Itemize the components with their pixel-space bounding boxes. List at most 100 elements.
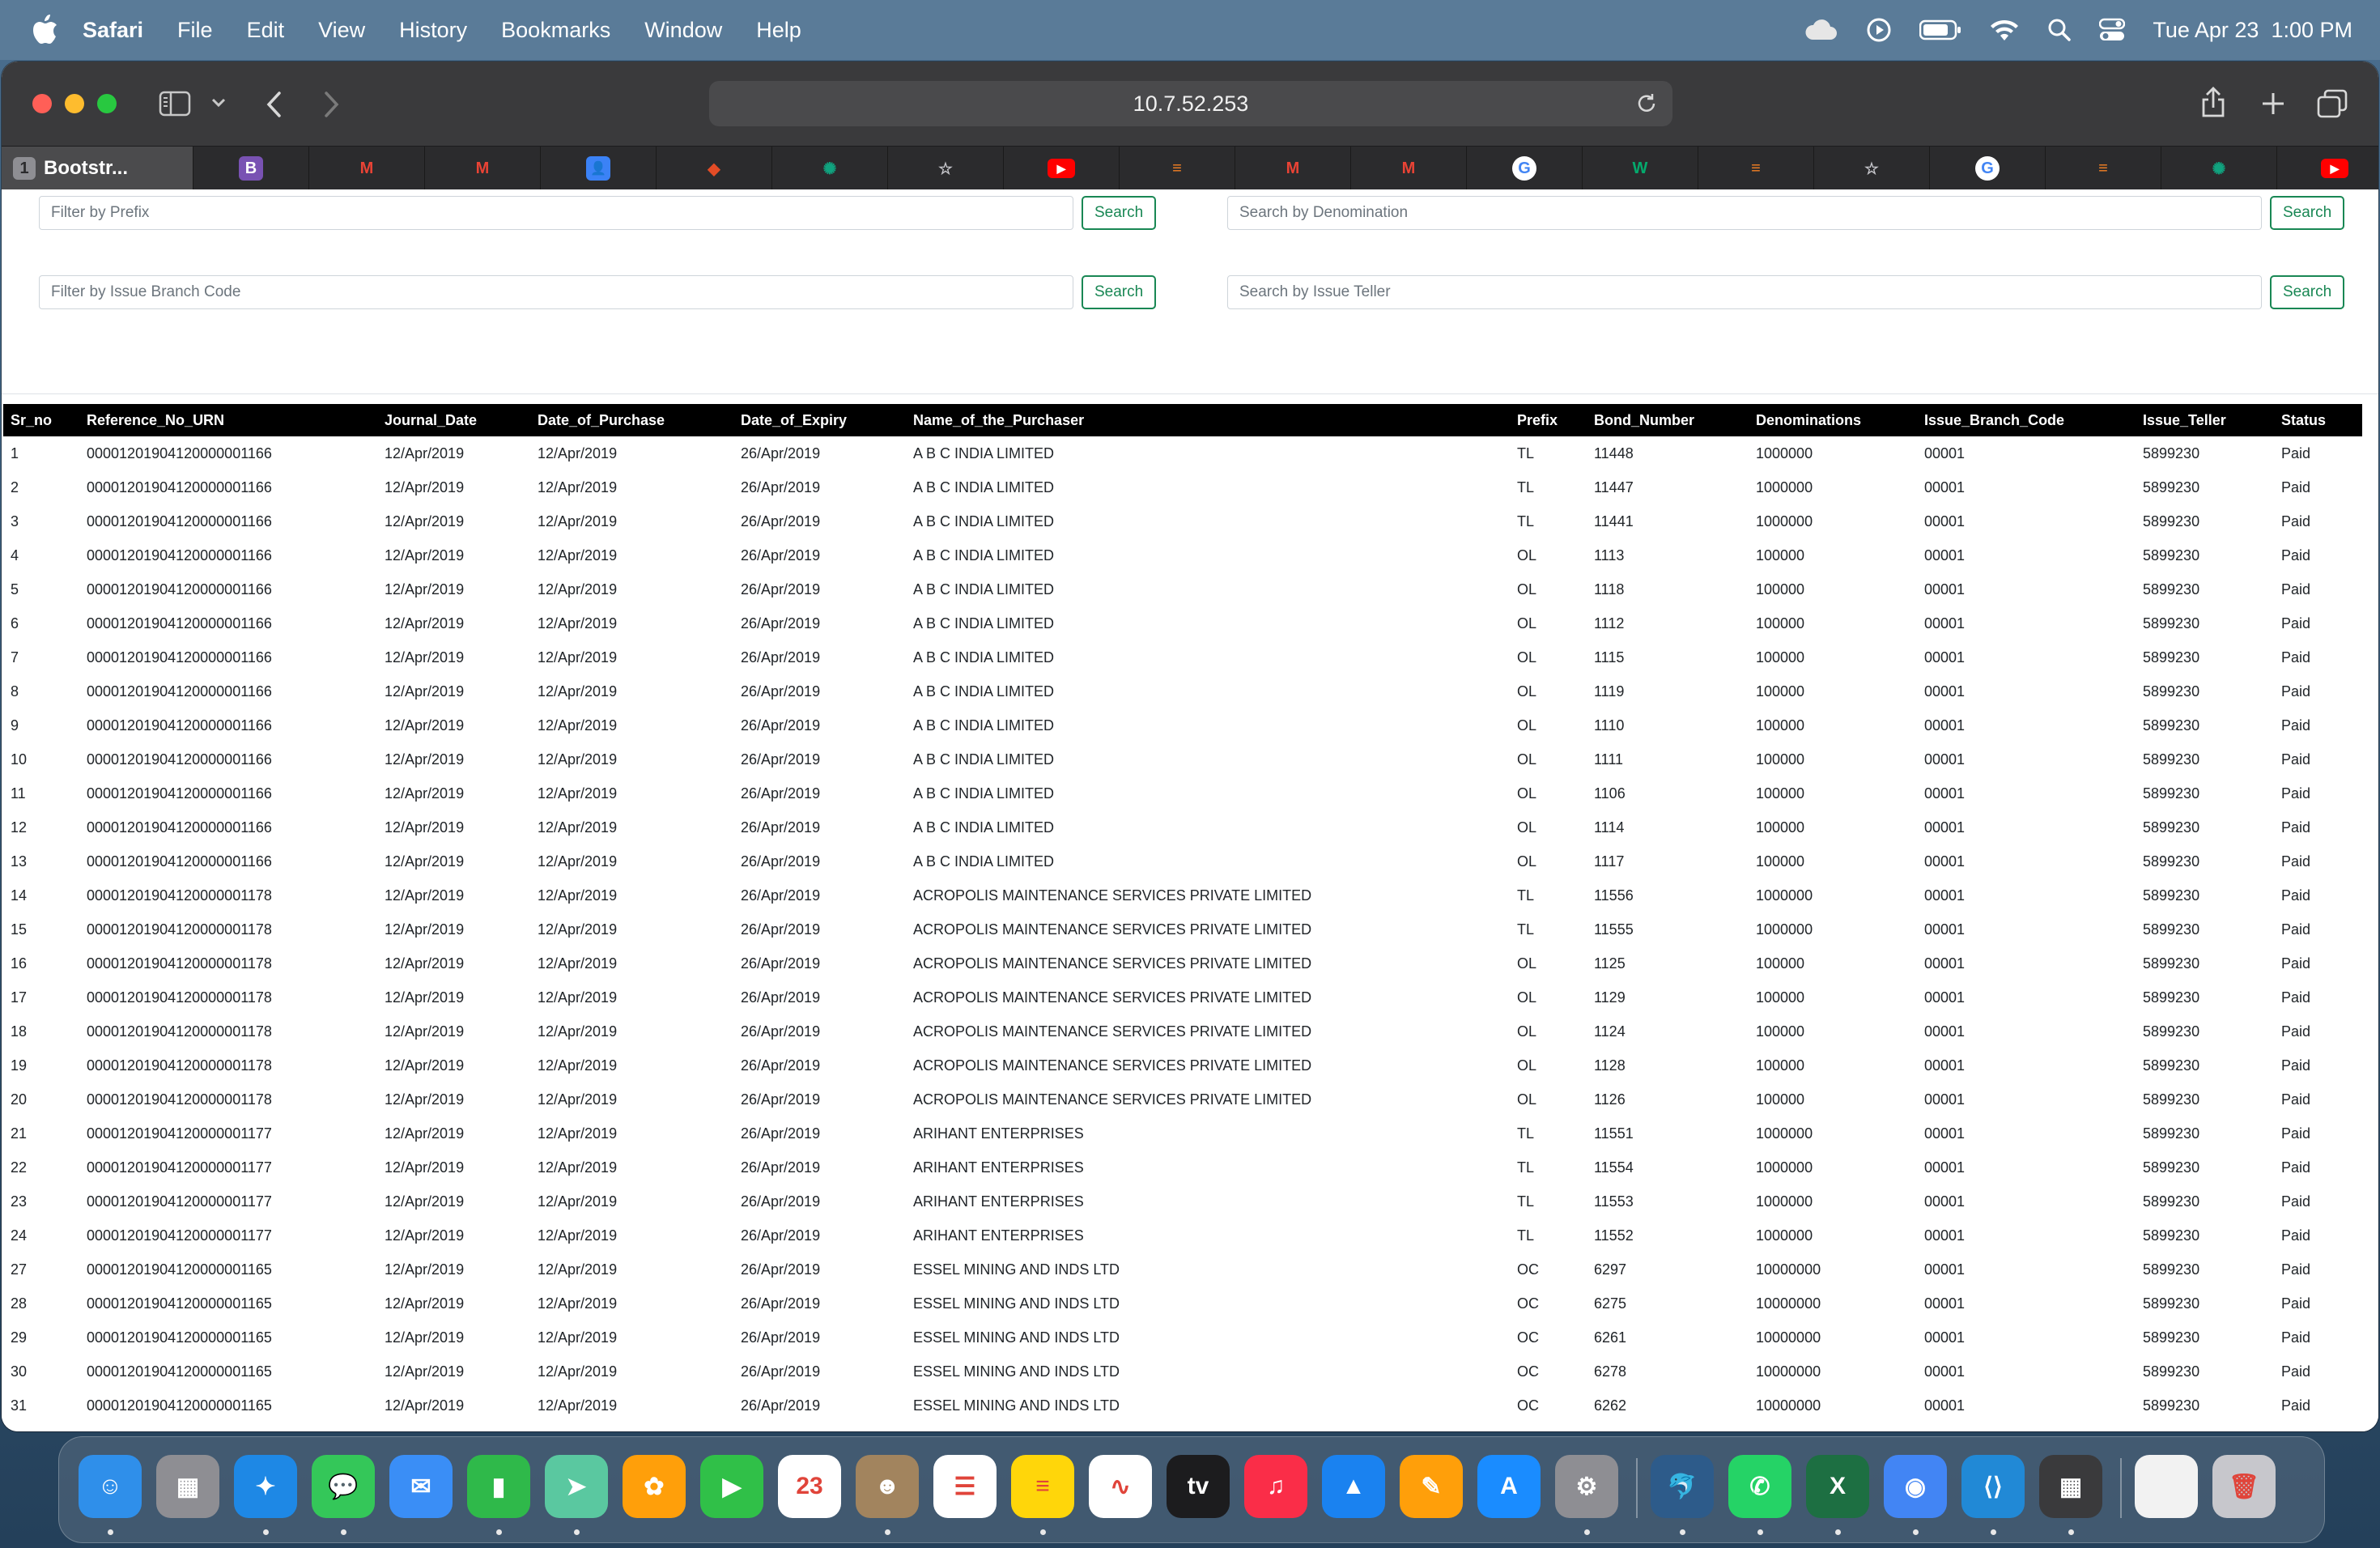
teller-search-input[interactable]: Search by Issue Teller	[1227, 275, 2262, 309]
control-center-icon[interactable]	[2099, 18, 2126, 42]
denomination-search-input[interactable]: Search by Denomination	[1227, 196, 2262, 230]
table-cell: 12/Apr/2019	[385, 921, 465, 938]
spotlight-search-icon[interactable]	[2047, 18, 2072, 42]
column-header-purchaser-name[interactable]: Name_of_the_Purchaser	[906, 404, 1510, 436]
icloud-icon[interactable]	[1803, 19, 1838, 41]
back-arrow-icon[interactable]	[266, 91, 283, 118]
tab-package[interactable]: ◆	[657, 147, 772, 190]
finder-icon[interactable]: ☺	[79, 1455, 142, 1518]
document-icon[interactable]	[2135, 1455, 2198, 1518]
chrome-icon[interactable]: ◉	[1884, 1455, 1947, 1518]
table-cell: 00001	[1924, 1329, 1966, 1346]
column-header-bond-number[interactable]: Bond_Number	[1587, 404, 1749, 436]
numbers-icon[interactable]: ▮	[467, 1455, 530, 1518]
menu-bar-clock[interactable]: Tue Apr 23 1:00 PM	[2153, 18, 2352, 43]
sidebar-toggle-icon[interactable]	[159, 91, 191, 117]
tab-stackoverflow[interactable]: ≡	[2046, 147, 2161, 190]
tab-google[interactable]: G	[1930, 147, 2046, 190]
column-header-date-of-expiry[interactable]: Date_of_Expiry	[733, 404, 906, 436]
share-icon[interactable]	[2200, 86, 2226, 118]
menu-file[interactable]: File	[177, 18, 213, 43]
notes-icon[interactable]: ≡	[1011, 1455, 1074, 1518]
column-header-issue-teller[interactable]: Issue_Teller	[2136, 404, 2274, 436]
tab-star[interactable]: ☆	[1814, 147, 1930, 190]
tab-w3schools[interactable]: W	[1583, 147, 1698, 190]
column-header-date-of-purchase[interactable]: Date_of_Purchase	[530, 404, 733, 436]
vscode-icon[interactable]: ⟨⟩	[1961, 1455, 2025, 1518]
column-header-reference-no[interactable]: Reference_No_URN	[79, 404, 377, 436]
facetime-icon[interactable]: ▶	[700, 1455, 763, 1518]
tab-chatgpt[interactable]: ✺	[2161, 147, 2277, 190]
tab-star[interactable]: ☆	[888, 147, 1004, 190]
address-bar[interactable]: 10.7.52.253	[709, 81, 1672, 126]
tab-google[interactable]: G	[1467, 147, 1583, 190]
prefix-filter-input[interactable]: Filter by Prefix	[39, 196, 1073, 230]
menu-window[interactable]: Window	[644, 18, 722, 43]
tab-contacts[interactable]: 👤	[541, 147, 657, 190]
calendar-icon[interactable]: 23	[778, 1455, 841, 1518]
freeform-icon[interactable]: ∿	[1089, 1455, 1152, 1518]
appletv-icon[interactable]: tv	[1167, 1455, 1230, 1518]
denomination-search-button[interactable]: Search	[2270, 196, 2345, 230]
tab-stackoverflow[interactable]: ≡	[1120, 147, 1235, 190]
keynote-icon[interactable]: ▲	[1322, 1455, 1385, 1518]
column-header-status[interactable]: Status	[2274, 404, 2362, 436]
menu-help[interactable]: Help	[756, 18, 801, 43]
teller-search-button[interactable]: Search	[2270, 275, 2345, 309]
launchpad-icon[interactable]: ▦	[156, 1455, 219, 1518]
maps-icon[interactable]: ➤	[545, 1455, 608, 1518]
table-cell: Paid	[2281, 1091, 2311, 1108]
reload-icon[interactable]	[1635, 92, 1658, 115]
system-settings-icon[interactable]: ⚙	[1555, 1455, 1618, 1518]
tab-active[interactable]: 1 Bootstr...	[2, 147, 193, 190]
photos-icon[interactable]: ✿	[623, 1455, 686, 1518]
close-window-button[interactable]	[32, 94, 52, 113]
safari-icon[interactable]: ✦	[234, 1455, 297, 1518]
now-playing-icon[interactable]	[1866, 17, 1892, 43]
tab-gmail[interactable]: M	[1351, 147, 1467, 190]
prefix-search-button[interactable]: Search	[1082, 196, 1157, 230]
tab-youtube[interactable]: ▶	[1004, 147, 1120, 190]
mail-icon[interactable]: ✉	[389, 1455, 453, 1518]
column-header-sr-no[interactable]: Sr_no	[3, 404, 79, 436]
pages-icon[interactable]: ✎	[1400, 1455, 1463, 1518]
menu-app-name[interactable]: Safari	[83, 18, 143, 43]
new-tab-plus-icon[interactable]	[2260, 91, 2286, 117]
appstore-icon[interactable]: A	[1477, 1455, 1541, 1518]
star-icon: ☆	[938, 159, 953, 178]
trash-icon[interactable]: 🗑	[2212, 1455, 2276, 1518]
forward-arrow-icon[interactable]	[322, 91, 340, 118]
tab-gmail[interactable]: M	[309, 147, 425, 190]
excel-icon[interactable]: X	[1806, 1455, 1869, 1518]
reminders-icon[interactable]: ☰	[933, 1455, 997, 1518]
branch-search-button[interactable]: Search	[1082, 275, 1157, 309]
tab-stackoverflow[interactable]: ≡	[1698, 147, 1814, 190]
column-header-issue-branch-code[interactable]: Issue_Branch_Code	[1917, 404, 2136, 436]
tab-overview-icon[interactable]	[2317, 89, 2348, 118]
contacts-icon[interactable]: ☻	[856, 1455, 919, 1518]
menu-view[interactable]: View	[318, 18, 365, 43]
tab-chatgpt[interactable]: ✺	[772, 147, 888, 190]
menu-edit[interactable]: Edit	[247, 18, 285, 43]
whatsapp-icon[interactable]: ✆	[1728, 1455, 1791, 1518]
chevron-down-icon[interactable]	[210, 97, 227, 108]
tab-gmail[interactable]: M	[425, 147, 541, 190]
messages-icon[interactable]: 💬	[312, 1455, 375, 1518]
fullscreen-window-button[interactable]	[97, 94, 117, 113]
tab-gmail[interactable]: M	[1235, 147, 1351, 190]
column-header-journal-date[interactable]: Journal_Date	[377, 404, 530, 436]
battery-icon[interactable]	[1919, 19, 1961, 40]
menu-bookmarks[interactable]: Bookmarks	[501, 18, 610, 43]
column-header-prefix[interactable]: Prefix	[1510, 404, 1587, 436]
calculator-icon[interactable]: ▦	[2039, 1455, 2102, 1518]
apple-logo-icon[interactable]	[31, 14, 58, 46]
branch-code-filter-input[interactable]: Filter by Issue Branch Code	[39, 275, 1073, 309]
tab-bootstrap[interactable]: B	[193, 147, 309, 190]
tab-youtube[interactable]: ▶	[2277, 147, 2378, 190]
menu-history[interactable]: History	[399, 18, 467, 43]
column-header-denominations[interactable]: Denominations	[1749, 404, 1917, 436]
mysql-workbench-icon[interactable]: 🐬	[1651, 1455, 1714, 1518]
minimize-window-button[interactable]	[65, 94, 84, 113]
wifi-icon[interactable]	[1989, 18, 2020, 42]
music-icon[interactable]: ♫	[1244, 1455, 1307, 1518]
